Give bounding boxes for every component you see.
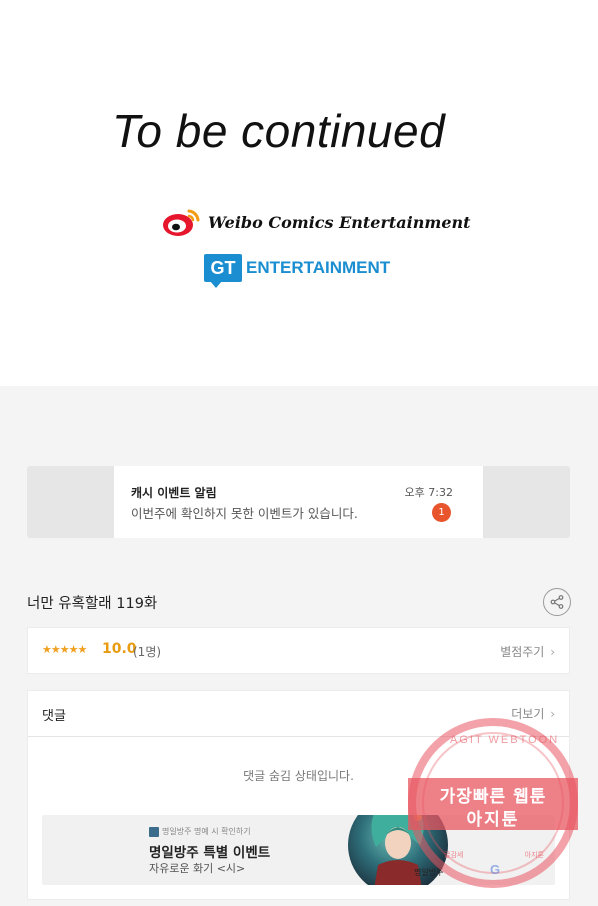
- game-app-icon: [149, 826, 159, 837]
- ad-small-text: 명일방주 명예 시 확인하기: [149, 826, 251, 837]
- rate-button-label: 별점주기: [500, 645, 545, 659]
- chevron-right-icon: ›: [550, 645, 555, 659]
- watermark-line2: 아지툰: [466, 810, 520, 830]
- gt-logo-text: ENTERTAINMENT: [246, 258, 391, 277]
- watermark-band: 가장빠른 웹툰 아지툰: [408, 778, 578, 830]
- watermark-bottom: 글감세 아지툰: [444, 850, 544, 860]
- weibo-logo: Weibo Comics Entertainment: [162, 204, 471, 240]
- rating-stars: ★★★★★: [42, 643, 87, 656]
- comments-more-label: 더보기: [511, 707, 545, 721]
- ad-small-label: 명일방주 명예 시 확인하기: [162, 827, 251, 836]
- share-button[interactable]: [543, 588, 571, 616]
- comments-title: 댓글: [42, 709, 66, 724]
- comments-more-button[interactable]: 더보기 ›: [511, 705, 555, 722]
- notice-count-badge: 1: [432, 503, 451, 522]
- rate-button[interactable]: 별점주기 ›: [500, 643, 555, 660]
- gt-badge: GT: [204, 254, 242, 288]
- watermark-stamp: AGIT WEBTOON 가장빠른 웹툰 아지툰 글감세 아지툰 G: [408, 718, 578, 888]
- watermark-bottom-left: 글감세: [444, 851, 464, 859]
- notice-time: 오후 7:32: [404, 486, 453, 499]
- google-g-icon: G: [490, 862, 501, 877]
- weibo-logo-text: Weibo Comics Entertainment: [208, 212, 471, 232]
- episode-title: 너만 유혹할래 119화: [27, 596, 158, 612]
- weibo-icon: [163, 209, 200, 236]
- comic-end-panel: To be continued Weibo Comics Entertainme…: [0, 0, 598, 386]
- ad-subtitle: 자유로운 화기 <시>: [149, 862, 246, 875]
- rating-count: (1명): [133, 645, 162, 659]
- gt-entertainment-logo: GT ENTERTAINMENT: [204, 252, 391, 288]
- watermark-bottom-right: 아지툰: [524, 851, 544, 859]
- notice-body: 이번주에 확인하지 못한 이벤트가 있습니다.: [131, 506, 358, 521]
- watermark-arc-text: AGIT WEBTOON: [450, 734, 560, 746]
- share-icon: [550, 595, 564, 609]
- notice-card[interactable]: 캐시 이벤트 알림 오후 7:32 이번주에 확인하지 못한 이벤트가 있습니다…: [114, 466, 483, 538]
- rating-panel: ★★★★★ 10.0 (1명) 별점주기 ›: [27, 627, 570, 674]
- notice-title: 캐시 이벤트 알림: [131, 486, 217, 500]
- watermark-line1: 가장빠른 웹툰: [439, 787, 547, 807]
- chevron-right-icon: ›: [550, 707, 555, 721]
- ad-title: 명일방주 특별 이벤트: [149, 845, 271, 861]
- rating-score: 10.0: [102, 641, 137, 657]
- to-be-continued-text: To be continued: [112, 105, 446, 157]
